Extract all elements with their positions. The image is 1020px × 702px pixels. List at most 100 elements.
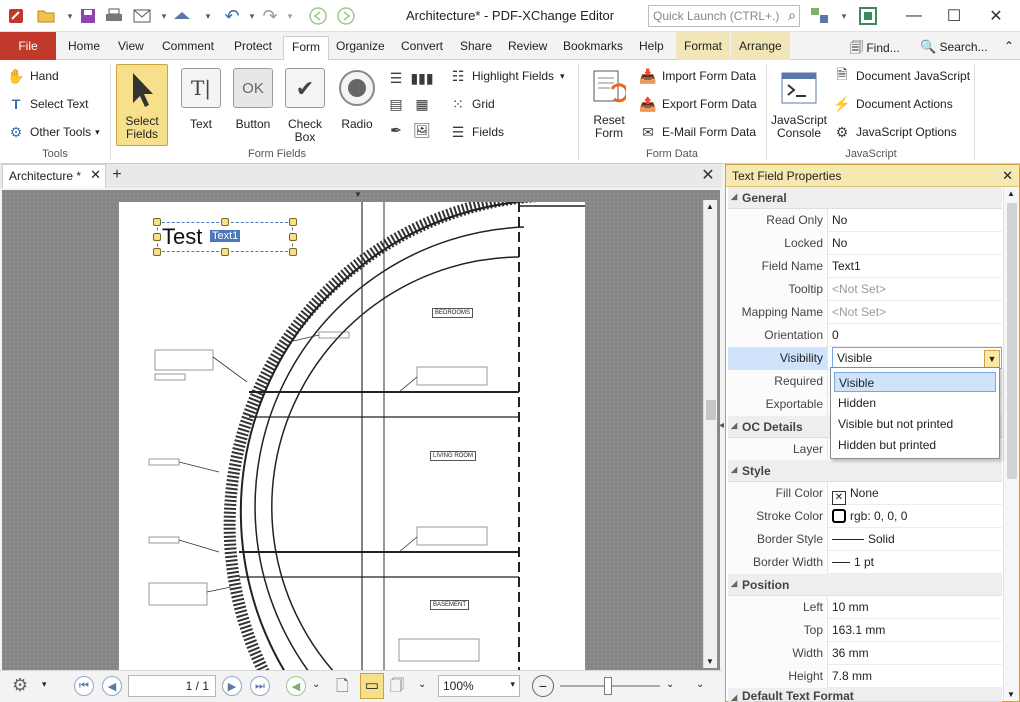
- resize-handle[interactable]: [289, 218, 297, 226]
- row-locked[interactable]: Locked No: [728, 232, 1002, 255]
- tab-form[interactable]: Form: [283, 36, 329, 61]
- row-mapping-name[interactable]: Mapping Name <Not Set>: [728, 301, 1002, 324]
- chevron-down-icon[interactable]: ▾: [280, 6, 300, 26]
- option-hidden-but-printed[interactable]: Hidden but printed: [834, 435, 996, 455]
- other-tools-button[interactable]: ⚙ Other Tools ▾: [6, 122, 100, 142]
- resize-handle[interactable]: [153, 248, 161, 256]
- resize-handle[interactable]: [221, 248, 229, 256]
- tab-share[interactable]: Share: [452, 36, 500, 60]
- pdf-page[interactable]: BEDROOMS LIVING ROOM BASEMENT: [119, 190, 585, 670]
- continuous-page-icon[interactable]: ▭: [360, 673, 384, 699]
- chevron-down-icon[interactable]: ▾: [242, 6, 262, 26]
- row-orientation[interactable]: Orientation 0: [728, 324, 1002, 347]
- chevron-down-icon[interactable]: ⌄: [696, 679, 704, 690]
- resize-handle[interactable]: [221, 218, 229, 226]
- tab-bookmarks[interactable]: Bookmarks: [555, 36, 631, 60]
- document-actions-button[interactable]: ⚡ Document Actions: [832, 94, 952, 114]
- maximize-button[interactable]: ☐: [934, 0, 974, 32]
- text-field-widget[interactable]: Test Text1: [153, 218, 297, 256]
- grid-button[interactable]: ⁙ Grid: [448, 94, 495, 114]
- chevron-down-icon[interactable]: ▾: [154, 6, 174, 26]
- tab-arrange[interactable]: Arrange: [731, 32, 790, 60]
- print-icon[interactable]: [104, 6, 124, 26]
- resize-handle[interactable]: [289, 248, 297, 256]
- panel-splitter-icon[interactable]: ◂: [719, 420, 724, 431]
- scrollbar-thumb[interactable]: [706, 400, 716, 420]
- button-field-button[interactable]: OK Button: [228, 68, 278, 131]
- last-page-button[interactable]: ⏭: [250, 676, 270, 696]
- row-tooltip[interactable]: Tooltip <Not Set>: [728, 278, 1002, 301]
- close-document-icon[interactable]: ✕: [698, 166, 718, 186]
- forward-icon[interactable]: [336, 6, 356, 26]
- text-field-button[interactable]: T| Text: [176, 68, 226, 131]
- row-field-name[interactable]: Field Name Text1: [728, 255, 1002, 278]
- radio-field-button[interactable]: Radio: [332, 68, 382, 131]
- first-page-button[interactable]: ⏮: [74, 676, 94, 696]
- next-page-button[interactable]: ▶: [222, 676, 242, 696]
- select-fields-button[interactable]: Select Fields: [116, 64, 168, 146]
- tab-organize[interactable]: Organize: [328, 36, 393, 60]
- close-tab-icon[interactable]: ✕: [90, 167, 101, 183]
- tab-format[interactable]: Format: [676, 32, 731, 60]
- option-visible[interactable]: Visible: [834, 372, 996, 392]
- options-gear-icon[interactable]: ⚙: [12, 675, 28, 696]
- javascript-options-button[interactable]: ⚙ JavaScript Options: [832, 122, 957, 142]
- document-scrollbar[interactable]: ▲ ▼: [703, 200, 717, 668]
- chevron-down-icon[interactable]: ⌄: [666, 679, 674, 690]
- option-hidden[interactable]: Hidden: [834, 393, 996, 413]
- email-icon[interactable]: [132, 6, 152, 26]
- facing-pages-icon[interactable]: 🗍: [390, 675, 404, 699]
- checkbox-field-button[interactable]: ✔ Check Box: [280, 68, 330, 144]
- row-border-style[interactable]: Border Style Solid: [728, 528, 1002, 551]
- close-panel-icon[interactable]: ✕: [1002, 168, 1013, 184]
- scan-icon[interactable]: [172, 6, 192, 26]
- section-general[interactable]: ◢ General: [728, 187, 1002, 209]
- javascript-console-button[interactable]: JavaScript Console: [770, 68, 828, 140]
- tab-review[interactable]: Review: [500, 36, 555, 60]
- section-style[interactable]: ◢ Style: [728, 460, 1002, 482]
- single-page-icon[interactable]: 🗋: [336, 675, 349, 702]
- collapse-ribbon-icon[interactable]: ⌃: [996, 36, 1020, 60]
- quick-launch-input[interactable]: Quick Launch (CTRL+.) ⌕: [648, 5, 800, 27]
- resize-handle[interactable]: [289, 233, 297, 241]
- panel-scrollbar[interactable]: ▲ ▼: [1003, 187, 1019, 701]
- row-left[interactable]: Left 10 mm: [728, 596, 1002, 619]
- tab-protect[interactable]: Protect: [226, 36, 280, 60]
- zoom-out-button[interactable]: −: [532, 675, 554, 697]
- tab-view[interactable]: View: [110, 36, 152, 60]
- row-read-only[interactable]: Read Only No: [728, 209, 1002, 232]
- highlight-fields-button[interactable]: ☷ Highlight Fields ▾: [448, 66, 565, 86]
- section-position[interactable]: ◢ Position: [728, 574, 1002, 596]
- scroll-down-icon[interactable]: ▼: [706, 657, 714, 666]
- row-border-width[interactable]: Border Width 1 pt: [728, 551, 1002, 574]
- tab-help[interactable]: Help: [631, 36, 672, 60]
- chevron-down-icon[interactable]: ▾: [60, 6, 80, 26]
- zoom-select[interactable]: 100% ▾: [438, 675, 520, 697]
- minimize-button[interactable]: —: [894, 0, 934, 32]
- redo-icon[interactable]: ↷: [260, 6, 280, 26]
- chevron-down-icon[interactable]: ⌄: [418, 679, 426, 690]
- back-icon[interactable]: [308, 6, 328, 26]
- chevron-down-icon[interactable]: ▾: [834, 6, 854, 26]
- resize-handle[interactable]: [153, 218, 161, 226]
- section-default-text-format[interactable]: ◢ Default Text Format: [728, 688, 1002, 702]
- find-button[interactable]: 🗐 Find...: [846, 36, 908, 60]
- import-form-data-button[interactable]: 📥 Import Form Data: [638, 66, 756, 86]
- previous-page-button[interactable]: ◀: [102, 676, 122, 696]
- chevron-down-icon[interactable]: ▾: [42, 679, 47, 690]
- row-width[interactable]: Width 36 mm: [728, 642, 1002, 665]
- option-visible-not-printed[interactable]: Visible but not printed: [834, 414, 996, 434]
- combo-box-button[interactable]: ▤: [386, 94, 410, 114]
- export-form-data-button[interactable]: 📤 Export Form Data: [638, 94, 756, 114]
- customize-icon[interactable]: [810, 6, 830, 26]
- email-form-data-button[interactable]: ✉ E-Mail Form Data: [638, 122, 756, 142]
- row-height[interactable]: Height 7.8 mm: [728, 665, 1002, 688]
- fields-button[interactable]: ☰ Fields: [448, 122, 504, 142]
- document-javascript-button[interactable]: 🗎 Document JavaScript: [832, 66, 970, 86]
- row-top[interactable]: Top 163.1 mm: [728, 619, 1002, 642]
- tab-convert[interactable]: Convert: [393, 36, 451, 60]
- signature-field-button[interactable]: ✒: [386, 120, 410, 140]
- tab-home[interactable]: Home: [60, 36, 108, 60]
- document-tab[interactable]: Architecture * ✕: [2, 164, 106, 188]
- date-field-button[interactable]: ▦: [412, 94, 436, 114]
